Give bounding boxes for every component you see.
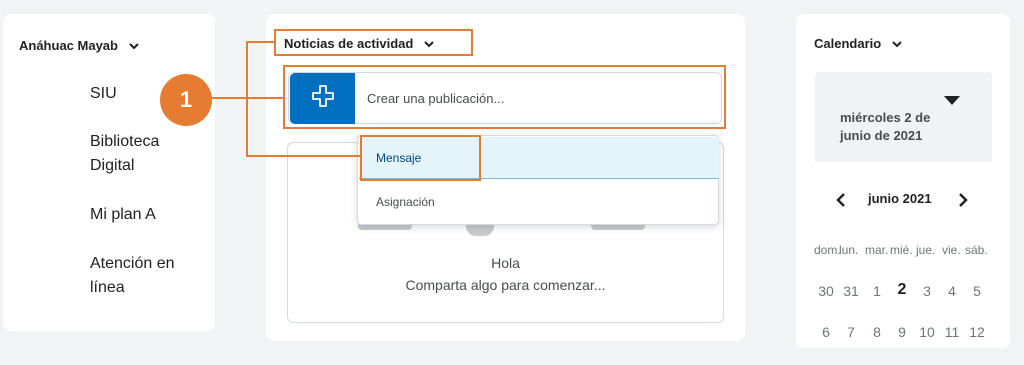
calendar-day[interactable]: 8	[866, 324, 888, 340]
connector-line	[246, 155, 360, 157]
chevron-down-icon[interactable]	[128, 40, 140, 52]
empty-title: Hola	[491, 255, 520, 271]
connector-line	[210, 97, 283, 99]
calendar-day[interactable]: 9	[891, 324, 913, 340]
highlight-activity-title	[274, 29, 473, 56]
step-callout: 1	[160, 74, 212, 126]
weekday-label: jue.	[916, 243, 936, 257]
selected-date: miércoles 2 de junio de 2021	[840, 110, 931, 143]
calendar-day[interactable]: 3	[916, 283, 938, 299]
chevron-down-icon[interactable]	[891, 38, 903, 50]
chevron-right-icon[interactable]	[958, 192, 968, 213]
weekday-label: mié.	[890, 243, 913, 257]
calendar-day[interactable]: 12	[966, 324, 988, 340]
link-mi-plan-a[interactable]: Mi plan A	[90, 203, 205, 227]
link-atencion-en-linea[interactable]: Atención en línea	[90, 252, 205, 300]
weekday-label: mar.	[865, 243, 889, 257]
weekday-label: sáb.	[965, 243, 988, 257]
calendar-day-today[interactable]: 2	[891, 281, 913, 299]
calendar-day[interactable]: 1	[866, 283, 888, 299]
calendar-month: junio 2021	[868, 191, 932, 206]
calendar-day[interactable]: 30	[815, 283, 837, 299]
menu-item-asignacion[interactable]: Asignación	[359, 181, 719, 223]
link-biblioteca-digital[interactable]: Biblioteca Digital	[90, 130, 205, 178]
chevron-left-icon[interactable]	[836, 192, 846, 213]
calendar-day[interactable]: 11	[941, 324, 963, 340]
connector-line	[246, 41, 248, 157]
calendar-day[interactable]: 6	[815, 324, 837, 340]
highlight-composer	[283, 65, 726, 129]
calendar-day[interactable]: 31	[840, 283, 862, 299]
org-widget-title[interactable]: Anáhuac Mayab	[19, 38, 140, 53]
weekday-label: dom.	[814, 243, 841, 257]
weekday-label: lun.	[839, 243, 859, 257]
calendar-day[interactable]: 7	[840, 324, 862, 340]
calendar-day[interactable]: 5	[966, 283, 988, 299]
calendar-widget-title[interactable]: Calendario	[814, 36, 903, 51]
weekday-label: vie.	[942, 243, 961, 257]
calendar-day[interactable]: 10	[916, 324, 938, 340]
empty-subtitle: Comparta algo para comenzar...	[405, 277, 606, 293]
calendar-title-label: Calendario	[814, 36, 882, 51]
org-title-label: Anáhuac Mayab	[19, 38, 118, 53]
connector-line	[246, 41, 274, 43]
calendar-day[interactable]: 4	[941, 283, 963, 299]
highlight-mensaje	[360, 135, 481, 181]
